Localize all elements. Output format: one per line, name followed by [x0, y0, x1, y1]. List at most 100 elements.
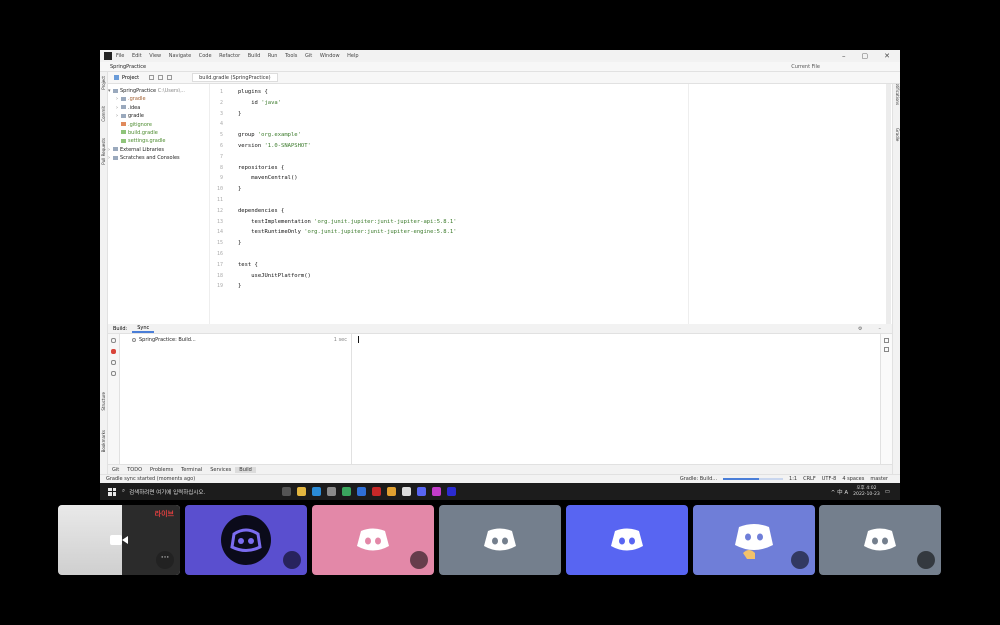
code-line[interactable]: version '1.0-SNAPSHOT'	[226, 141, 686, 152]
close-icon[interactable]: ✕	[884, 52, 890, 60]
code-line[interactable]	[226, 249, 686, 260]
tab-build[interactable]: Build	[235, 466, 256, 473]
editor-tab-build-gradle[interactable]: build.gradle (SpringPractice)	[192, 73, 278, 82]
menu-view[interactable]: View	[149, 53, 161, 59]
code-line[interactable]: useJUnitPlatform()	[226, 271, 686, 282]
tree-scratches[interactable]: › Scratches and Consoles	[108, 154, 209, 162]
menu-edit[interactable]: Edit	[132, 53, 142, 59]
participant-tile[interactable]	[185, 505, 307, 575]
menu-code[interactable]: Code	[199, 53, 212, 59]
code-line[interactable]: group 'org.example'	[226, 130, 686, 141]
code-line[interactable]: dependencies {	[226, 206, 686, 217]
tab-terminal[interactable]: Terminal	[177, 467, 206, 473]
cursor-position[interactable]: 1:1	[789, 476, 797, 482]
sync-tab[interactable]: Sync	[132, 325, 155, 333]
tree-item[interactable]: › gradle	[108, 112, 209, 120]
project-name[interactable]: SpringPractice	[110, 64, 146, 70]
line-separator[interactable]: CRLF	[803, 476, 816, 482]
chrome-icon[interactable]	[387, 487, 396, 496]
git-branch[interactable]: master	[870, 476, 888, 482]
file-encoding[interactable]: UTF-8	[822, 476, 837, 482]
app-icon[interactable]	[357, 487, 366, 496]
file-explorer-icon[interactable]	[297, 487, 306, 496]
tree-item[interactable]: › .idea	[108, 104, 209, 112]
settings-icon[interactable]: ⚙	[853, 326, 867, 332]
side-tab-gradle[interactable]: Gradle	[895, 128, 900, 141]
code-line[interactable]: }	[226, 281, 686, 292]
gear-icon[interactable]	[167, 75, 173, 80]
progress-label[interactable]: Gradle: Build...	[680, 476, 717, 482]
side-tab-structure[interactable]: Structure	[101, 392, 106, 411]
code-line[interactable]: test {	[226, 260, 686, 271]
windows-start-icon[interactable]	[108, 487, 116, 496]
side-tab-pull-requests[interactable]: Pull Requests	[101, 138, 106, 165]
project-view-select[interactable]: Project	[108, 75, 145, 81]
edge-icon[interactable]	[312, 487, 321, 496]
app-icon[interactable]	[402, 487, 411, 496]
target-icon[interactable]	[149, 75, 155, 80]
tab-todo[interactable]: TODO	[123, 467, 146, 473]
notification-icon[interactable]: ▭	[885, 489, 890, 495]
pin-icon[interactable]	[111, 360, 116, 365]
menu-git[interactable]: Git	[305, 53, 312, 59]
taskbar-search[interactable]: ⌕ 검색하려면 여기에 입력하십시오.	[122, 488, 262, 496]
editor-scrollbar[interactable]	[886, 84, 891, 364]
code-line[interactable]: testImplementation 'org.junit.jupiter:ju…	[226, 217, 686, 228]
side-tab-bookmarks[interactable]: Bookmarks	[101, 430, 106, 452]
code-line[interactable]: plugins {	[226, 87, 686, 98]
screen-share-tile[interactable]: 라이브 ···	[58, 505, 180, 575]
code-line[interactable]	[226, 195, 686, 206]
tree-root[interactable]: ▾ SpringPractice C:\Users\...	[108, 87, 209, 95]
stop-icon[interactable]	[111, 349, 116, 354]
app-icon[interactable]	[372, 487, 381, 496]
code-line[interactable]: mavenCentral()	[226, 173, 686, 184]
hide-panel-icon[interactable]: –	[874, 326, 887, 332]
tab-problems[interactable]: Problems	[146, 467, 177, 473]
code-line[interactable]	[226, 119, 686, 130]
run-config-select[interactable]: Current File	[791, 62, 820, 72]
participant-tile[interactable]	[819, 505, 941, 575]
menu-tools[interactable]: Tools	[285, 53, 297, 59]
menu-navigate[interactable]: Navigate	[169, 53, 191, 59]
tree-item[interactable]: › .gradle	[108, 95, 209, 103]
code-line[interactable]: }	[226, 238, 686, 249]
code-line[interactable]: testRuntimeOnly 'org.junit.jupiter:junit…	[226, 227, 686, 238]
participant-tile[interactable]	[439, 505, 561, 575]
menu-run[interactable]: Run	[268, 53, 278, 59]
build-task-row[interactable]: SpringPractice: Build... 1 sec	[120, 336, 351, 344]
minimize-icon[interactable]: –	[842, 52, 846, 60]
tree-item[interactable]: build.gradle	[108, 129, 209, 137]
tree-external-libraries[interactable]: › External Libraries	[108, 146, 209, 154]
app-icon[interactable]	[342, 487, 351, 496]
participant-tile[interactable]	[312, 505, 434, 575]
more-options-icon[interactable]: ···	[156, 551, 174, 569]
menu-file[interactable]: File	[116, 53, 124, 59]
code-line[interactable]: repositories {	[226, 163, 686, 174]
app-icon[interactable]	[432, 487, 441, 496]
participant-tile[interactable]	[693, 505, 815, 575]
tab-git[interactable]: Git	[108, 467, 123, 473]
code-line[interactable]	[226, 152, 686, 163]
maximize-icon[interactable]: ▢	[862, 52, 869, 60]
collapse-icon[interactable]	[158, 75, 164, 80]
tray-language[interactable]: ^ 中 A	[831, 488, 848, 496]
tree-item[interactable]: .gitignore	[108, 121, 209, 129]
rerun-icon[interactable]	[111, 338, 116, 343]
code-line[interactable]: }	[226, 184, 686, 195]
menu-window[interactable]: Window	[320, 53, 340, 59]
indent-setting[interactable]: 4 spaces	[842, 476, 864, 482]
code-line[interactable]: }	[226, 109, 686, 120]
menu-build[interactable]: Build	[248, 53, 261, 59]
wrap-icon[interactable]	[884, 338, 889, 343]
participant-tile[interactable]	[566, 505, 688, 575]
side-tab-project[interactable]: Project	[101, 76, 106, 90]
filter-icon[interactable]	[111, 371, 116, 376]
code-line[interactable]: id 'java'	[226, 98, 686, 109]
side-tab-commit[interactable]: Commit	[101, 106, 106, 122]
tab-services[interactable]: Services	[206, 467, 235, 473]
menu-refactor[interactable]: Refactor	[219, 53, 240, 59]
clock[interactable]: 오후 4:02 2022-10-23	[853, 486, 880, 498]
scroll-end-icon[interactable]	[884, 347, 889, 352]
menu-help[interactable]: Help	[347, 53, 358, 59]
discord-icon[interactable]	[417, 487, 426, 496]
